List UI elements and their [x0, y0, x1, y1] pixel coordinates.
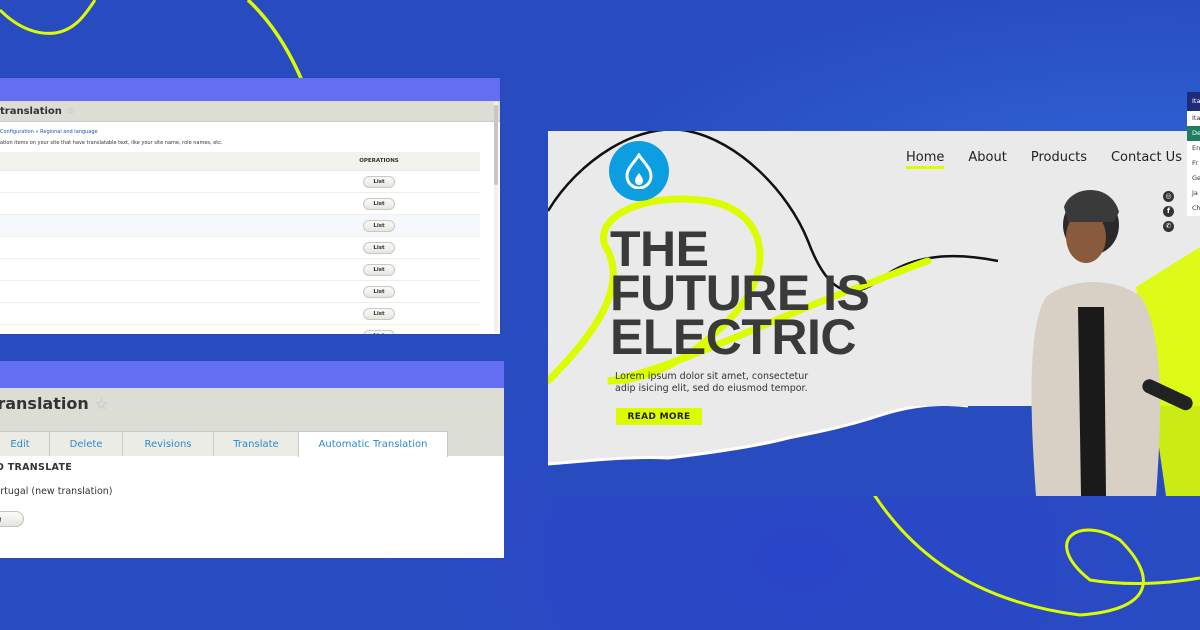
column-header-name: [0, 152, 278, 171]
language-option[interactable]: Ita: [1187, 111, 1200, 126]
list-button[interactable]: List: [363, 175, 395, 188]
language-option-selected[interactable]: De: [1187, 126, 1200, 141]
table-row: List: [0, 236, 480, 259]
language-dropdown-header[interactable]: Ita: [1187, 92, 1200, 111]
table-row: List: [0, 258, 480, 281]
automatic-translation-panel: tic Translation ☆ Edit Delete Revisions T…: [0, 361, 504, 558]
save-button[interactable]: e: [0, 511, 24, 527]
language-option[interactable]: En: [1187, 141, 1200, 156]
drupal-logo[interactable]: [609, 141, 669, 201]
list-button[interactable]: List: [363, 329, 395, 334]
list-button[interactable]: List: [363, 285, 395, 298]
scrollbar-thumb[interactable]: [494, 105, 498, 185]
language-option[interactable]: Ge: [1187, 171, 1200, 186]
star-icon[interactable]: ☆: [66, 106, 75, 117]
list-button[interactable]: List: [363, 197, 395, 210]
tab-revisions[interactable]: Revisions: [122, 431, 214, 456]
drupal-drop-icon: [625, 153, 653, 189]
tab-delete[interactable]: Delete: [49, 431, 123, 456]
whatsapp-icon[interactable]: ✆: [1163, 221, 1174, 232]
page-title-bar: tic Translation ☆ Edit Delete Revisions T…: [0, 388, 504, 457]
column-header-operations: OPERATIONS: [278, 152, 480, 171]
social-links: ◎ f ✆: [1163, 191, 1174, 232]
star-icon[interactable]: ☆: [95, 395, 108, 413]
table-row: List: [0, 192, 480, 215]
list-button[interactable]: List: [363, 263, 395, 276]
language-dropdown: Ita Ita De En Fr Ge Ja Ch: [1187, 92, 1200, 216]
table-row: List: [0, 302, 480, 325]
read-more-button[interactable]: READ MORE: [616, 408, 702, 425]
subtext-line-1: Lorem ipsum dolor sit amet, consectetur: [615, 371, 809, 382]
translation-item[interactable]: Portugal (new translation): [0, 486, 504, 497]
panel-topbar: [0, 78, 500, 101]
language-option[interactable]: Ja: [1187, 186, 1200, 201]
tab-edit[interactable]: Edit: [0, 431, 50, 456]
language-option[interactable]: Ch: [1187, 201, 1200, 216]
language-option[interactable]: Fr: [1187, 156, 1200, 171]
panel-topbar: [0, 361, 504, 388]
tab-translate[interactable]: Translate: [213, 431, 299, 456]
nav-home[interactable]: Home: [906, 150, 945, 169]
hero-subtext: Lorem ipsum dolor sit amet, consectetur …: [615, 371, 808, 395]
section-heading: TO TRANSLATE: [0, 462, 73, 473]
table-row: List: [0, 324, 480, 334]
page-description: ation items on your site that have trans…: [0, 140, 223, 146]
tabs: Edit Delete Revisions Translate Automati…: [0, 431, 448, 457]
config-translation-panel: translation ☆ Configuration » Regional a…: [0, 78, 500, 334]
list-button[interactable]: List: [363, 307, 395, 320]
tab-automatic-translation[interactable]: Automatic Translation: [298, 431, 448, 457]
list-button[interactable]: List: [363, 219, 395, 232]
nav-about[interactable]: About: [968, 150, 1006, 165]
instagram-icon[interactable]: ◎: [1163, 191, 1174, 202]
nav-contact-us[interactable]: Contact Us: [1111, 150, 1182, 165]
page-title-bar: translation ☆: [0, 101, 500, 122]
facebook-icon[interactable]: f: [1163, 206, 1174, 217]
page-title: translation: [0, 105, 62, 117]
subtext-line-2: adip isicing elit, sed do eiusmod tempor…: [615, 383, 808, 394]
table-row: List: [0, 170, 480, 193]
breadcrumb[interactable]: Configuration » Regional and language: [0, 129, 490, 135]
main-nav: Home About Products Contact Us: [906, 150, 1182, 169]
hero-headline: THE FUTURE IS ELECTRIC: [610, 224, 870, 365]
config-table: OPERATIONS List List List List List List…: [0, 152, 480, 334]
table-row: List: [0, 214, 480, 237]
headline-line-3: ELECTRIC: [610, 309, 857, 365]
nav-products[interactable]: Products: [1031, 150, 1087, 165]
table-row: List: [0, 280, 480, 303]
page-title: tic Translation: [0, 394, 89, 413]
list-button[interactable]: List: [363, 241, 395, 254]
hero-card: Home About Products Contact Us THE FUTUR…: [548, 131, 1200, 496]
